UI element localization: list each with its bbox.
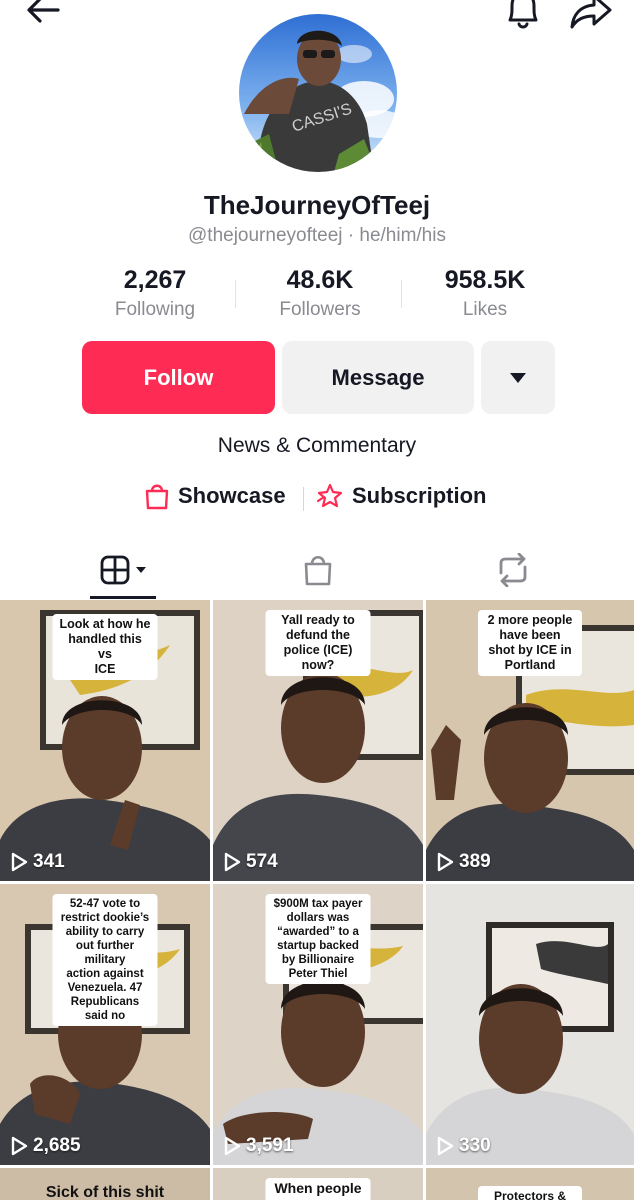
video-caption: Yall ready to defund the police (ICE) no… [265,610,371,676]
view-count: 389 [436,851,491,873]
view-count-value: 389 [459,851,491,872]
play-icon [11,1136,28,1156]
play-icon [437,1136,454,1156]
view-count: 330 [436,1135,491,1157]
content-tabs [0,540,634,600]
likes-count: 958.5K [444,266,526,294]
video-caption: Protectors & Providers [478,1186,582,1200]
followers-count: 48.6K [286,266,354,294]
shopping-bag-icon [145,484,169,510]
video-thumbnail-image [426,884,634,1165]
view-count-value: 3,591 [246,1135,294,1156]
notification-bell-button[interactable] [498,0,548,34]
shopping-bag-icon [304,555,332,586]
message-button[interactable]: Message [282,341,474,414]
play-icon [224,1136,241,1156]
following-count: 2,267 [123,266,187,294]
tab-videos[interactable] [92,548,156,592]
username-pronouns: @thejourneyofteej · he/him/his [188,225,446,246]
share-button[interactable] [566,0,616,34]
repost-icon [499,553,527,587]
link-divider [303,487,304,511]
view-count-value: 2,685 [33,1135,81,1156]
grid-icon [100,555,130,585]
profile-stats: 2,267 Following 48.6K Followers 958.5K L… [70,266,570,326]
stat-likes[interactable]: 958.5K Likes [400,266,570,321]
view-count-value: 341 [33,851,65,872]
profile-links: Showcase Subscription [0,482,634,516]
active-tab-indicator [90,596,156,599]
video-caption: When people say [265,1178,371,1200]
play-icon [11,852,28,872]
share-icon [570,0,612,29]
video-thumbnail[interactable]: Look at how he handled this vs ICE 341 [0,600,210,881]
followers-label: Followers [279,299,361,320]
tab-reposts[interactable] [488,548,538,592]
view-count-value: 574 [246,851,278,872]
chevron-down-icon [136,567,146,573]
showcase-label: Showcase [178,483,286,508]
subscription-label: Subscription [352,483,487,508]
video-thumbnail[interactable]: 52-47 vote to restrict dookie’s ability … [0,884,210,1165]
following-label: Following [114,299,196,320]
video-caption: 52-47 vote to restrict dookie’s ability … [52,894,158,1026]
video-thumbnail[interactable]: Protectors & Providers [426,1168,634,1200]
display-name: TheJourneyOfTeej [203,190,431,220]
view-count: 341 [10,851,65,873]
more-options-button[interactable] [481,341,555,414]
play-icon [437,852,454,872]
tab-shop[interactable] [293,548,343,592]
video-thumbnail[interactable]: When people say [213,1168,423,1200]
profile-avatar[interactable]: CASSI'S [239,14,397,172]
view-count: 574 [223,851,278,873]
video-thumbnail[interactable]: Yall ready to defund the police (ICE) no… [213,600,423,881]
likes-label: Likes [462,299,508,320]
video-caption: 2 more people have been shot by ICE in P… [478,610,582,676]
video-thumbnail[interactable]: 2 more people have been shot by ICE in P… [426,600,634,881]
video-caption: Look at how he handled this vs ICE [52,614,158,680]
triangle-down-icon [510,372,526,383]
back-button[interactable] [22,0,66,36]
video-grid: Look at how he handled this vs ICE 341 Y… [0,600,634,1200]
arrow-left-icon [27,0,60,23]
stat-following[interactable]: 2,267 Following [70,266,240,321]
video-thumbnail[interactable]: 330 [426,884,634,1165]
view-count: 2,685 [10,1135,81,1157]
showcase-link[interactable]: Showcase [144,482,286,510]
bell-icon [508,0,538,29]
follow-button[interactable]: Follow [82,341,275,414]
avatar-image: CASSI'S [239,14,397,172]
video-caption: Sick of this shit [45,1184,165,1200]
subscription-link[interactable]: Subscription [316,482,486,510]
view-count: 3,591 [223,1135,294,1157]
video-thumbnail[interactable]: $900M tax payer dollars was “awarded” to… [213,884,423,1165]
subscription-star-icon [316,483,343,508]
profile-category: News & Commentary [217,434,417,457]
play-icon [224,852,241,872]
stat-followers[interactable]: 48.6K Followers [235,266,405,321]
video-caption: $900M tax payer dollars was “awarded” to… [265,894,371,984]
view-count-value: 330 [459,1135,491,1156]
video-thumbnail[interactable]: Sick of this shit [0,1168,210,1200]
